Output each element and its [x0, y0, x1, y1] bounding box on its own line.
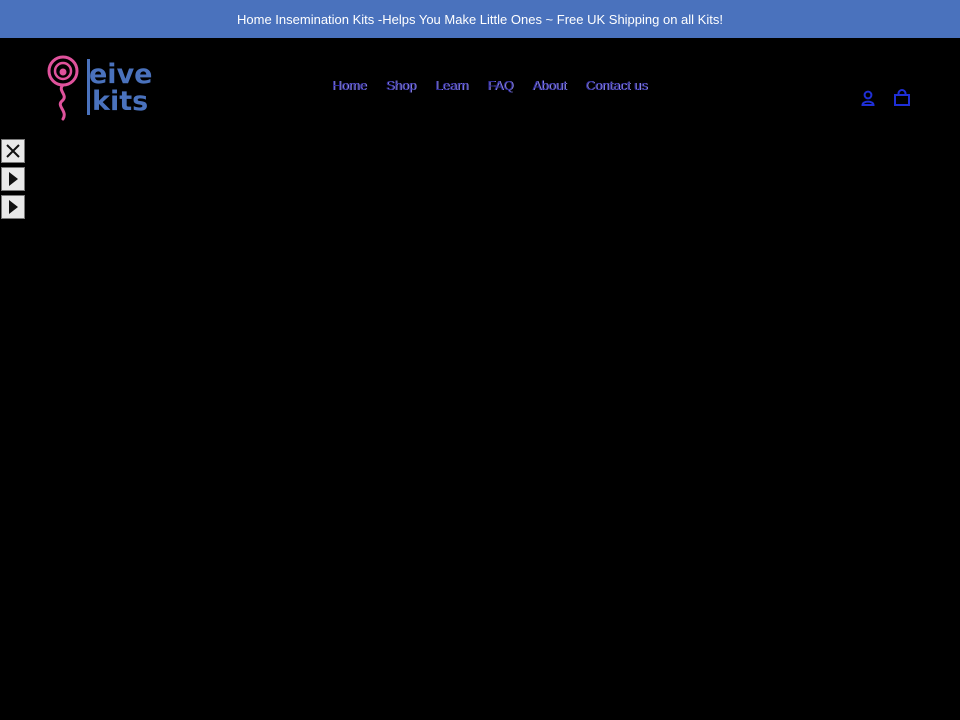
site-header: eive kits Home Shop Learn FAQ About Cont… [0, 38, 960, 138]
announcement-text: Home Insemination Kits -Helps You Make L… [237, 11, 723, 27]
play-button-secondary[interactable] [1, 195, 25, 219]
cart-icon [894, 89, 910, 106]
nav-link-contact[interactable]: Contact us [585, 78, 647, 93]
nav-link-learn[interactable]: Learn [435, 78, 468, 93]
announcement-bar: Home Insemination Kits -Helps You Make L… [0, 0, 960, 38]
nav-link-shop[interactable]: Shop [386, 78, 416, 93]
nav-link-faq[interactable]: FAQ [487, 78, 513, 93]
logo-text-line2: kits [92, 86, 149, 117]
nav-link-about[interactable]: About [532, 78, 566, 93]
close-icon [6, 144, 20, 158]
user-icon [861, 90, 875, 106]
cart-button[interactable] [893, 89, 911, 107]
logo-text-line1: eive [89, 59, 153, 90]
account-button[interactable] [859, 89, 877, 107]
media-controls [1, 139, 25, 223]
play-button[interactable] [1, 167, 25, 191]
nav-link-home[interactable]: Home [332, 78, 367, 93]
sperm-logo-icon [47, 55, 79, 121]
play-icon [9, 200, 18, 214]
main-nav-links: Home Shop Learn FAQ About Contact us [332, 78, 666, 93]
play-icon [9, 172, 18, 186]
close-button[interactable] [1, 139, 25, 163]
logo-link[interactable]: eive kits [47, 55, 167, 121]
